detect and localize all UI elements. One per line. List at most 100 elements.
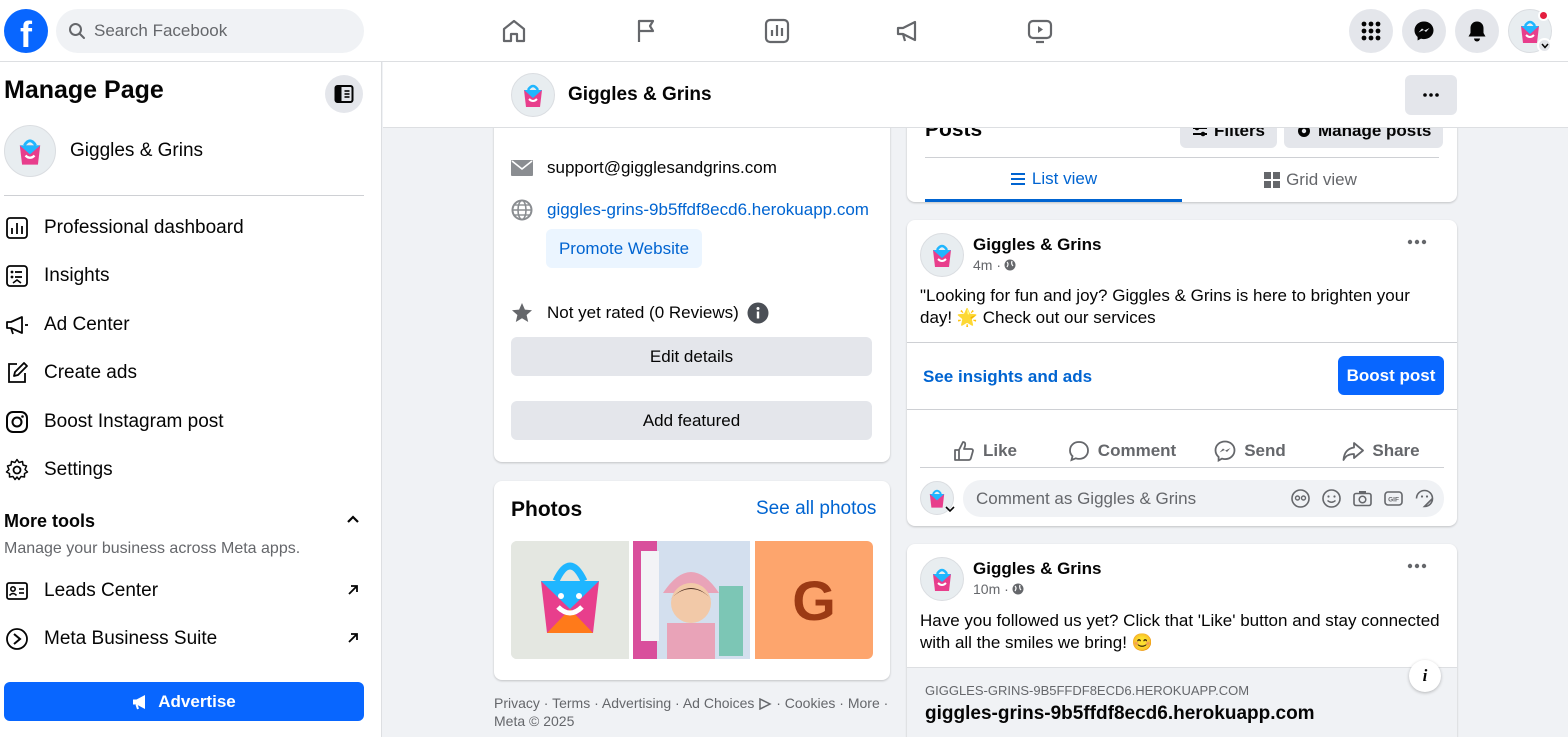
share-button[interactable]: Share: [1321, 433, 1441, 469]
megaphone-icon[interactable]: [892, 14, 926, 48]
sidebar-page-name: Giggles & Grins: [70, 140, 204, 161]
footer-link[interactable]: More: [848, 695, 880, 711]
sidebar-item-label: Settings: [44, 459, 113, 480]
account-chevron-icon[interactable]: [1537, 38, 1552, 53]
camera-icon[interactable]: [1353, 489, 1372, 508]
post-options-icon[interactable]: [1407, 239, 1427, 245]
chevron-down-icon[interactable]: [945, 505, 955, 513]
tab-grid-view[interactable]: Grid view: [1182, 158, 1439, 202]
add-featured-button[interactable]: Add featured: [511, 401, 872, 440]
sidebar-item-professional-dashboard[interactable]: Professional dashboard: [4, 208, 374, 248]
website-link[interactable]: giggles-grins-9b5ffdf8ecd6.herokuapp.com: [547, 200, 869, 220]
photos-title: Photos: [511, 498, 583, 521]
edit-details-button[interactable]: Edit details: [511, 337, 872, 376]
megaphone-icon: [132, 693, 150, 711]
bell-icon[interactable]: [1455, 9, 1499, 53]
promote-website-button[interactable]: Promote Website: [546, 229, 702, 268]
post-timestamp[interactable]: 10m ·: [973, 581, 1024, 597]
tab-list-view[interactable]: List view: [925, 158, 1182, 202]
sidebar-title: Manage Page: [4, 76, 164, 104]
manage-page-sidebar: Manage Page Giggles & Grins Professional…: [0, 62, 382, 737]
post-author-name[interactable]: Giggles & Grins: [973, 235, 1101, 255]
link-preview[interactable]: GIGGLES-GRINS-9B5FFDF8ECD6.HEROKUAPP.COM…: [907, 660, 1457, 737]
link-info-button[interactable]: i: [1409, 660, 1441, 692]
footer-link[interactable]: Ad Choices: [683, 695, 755, 711]
see-all-photos-link[interactable]: See all photos: [756, 498, 876, 520]
globe-icon: [1004, 259, 1016, 271]
top-navigation-bar: f: [0, 0, 1568, 62]
notification-dot: [1538, 10, 1549, 21]
photo-thumbnail[interactable]: [511, 541, 629, 659]
post-options-icon[interactable]: [1407, 563, 1427, 569]
footer-link[interactable]: Privacy: [494, 695, 540, 711]
collapse-sidebar-button[interactable]: [325, 75, 363, 113]
page-options-button[interactable]: [1405, 75, 1457, 115]
sidebar-item-label: Professional dashboard: [44, 217, 244, 238]
instagram-icon: [4, 409, 30, 435]
photo-thumbnail[interactable]: G: [755, 541, 873, 659]
avatar-sticker-icon[interactable]: [1291, 489, 1310, 508]
chevron-up-icon[interactable]: [346, 514, 360, 524]
sidebar-item-settings[interactable]: Settings: [4, 450, 374, 490]
footer-link[interactable]: Terms: [552, 695, 590, 711]
sidebar-item-ad-center[interactable]: Ad Center: [4, 305, 374, 345]
photo-thumbnail[interactable]: [633, 541, 750, 659]
sidebar-item-meta-business-suite[interactable]: Meta Business Suite: [4, 619, 374, 659]
gif-icon[interactable]: GIF: [1384, 489, 1403, 508]
comment-icon: [1068, 440, 1090, 462]
megaphone-icon: [4, 312, 30, 338]
video-icon[interactable]: [1023, 14, 1057, 48]
post-timestamp[interactable]: 4m ·: [973, 257, 1016, 273]
sidebar-item-boost-instagram-post[interactable]: Boost Instagram post: [4, 402, 374, 442]
sidebar-item-label: Create ads: [44, 362, 137, 383]
boost-post-button[interactable]: Boost post: [1338, 356, 1444, 395]
rating-text: Not yet rated (0 Reviews): [547, 303, 739, 322]
svg-text:GIF: GIF: [1388, 497, 1399, 504]
rating-row: Not yet rated (0 Reviews): [511, 302, 769, 324]
send-button[interactable]: Send: [1190, 433, 1310, 469]
sidebar-item-label: Ad Center: [44, 314, 130, 335]
search-box[interactable]: [56, 9, 364, 53]
more-tools-subtitle: Manage your business across Meta apps.: [4, 540, 301, 557]
info-icon[interactable]: [747, 302, 769, 324]
globe-icon: [511, 199, 533, 221]
sticker-icon[interactable]: [1415, 489, 1434, 508]
search-input[interactable]: [94, 21, 334, 41]
emoji-icon[interactable]: [1322, 489, 1341, 508]
info-icon: i: [1422, 666, 1428, 685]
see-insights-link[interactable]: See insights and ads: [923, 367, 1092, 387]
post-card: Giggles & Grins 10m · Have you followed …: [907, 544, 1457, 737]
menu-grid-icon[interactable]: [1349, 9, 1393, 53]
facebook-logo[interactable]: f: [4, 9, 48, 53]
footer-link[interactable]: Cookies: [785, 695, 836, 711]
messenger-icon[interactable]: [1402, 9, 1446, 53]
like-icon: [953, 440, 975, 462]
divider: [907, 342, 1457, 343]
gear-icon: [4, 457, 30, 483]
post-author-avatar[interactable]: [920, 557, 964, 601]
sidebar-page-profile[interactable]: Giggles & Grins: [4, 125, 203, 177]
footer-link[interactable]: Advertising: [602, 695, 671, 711]
page-header-avatar[interactable]: [511, 73, 555, 117]
flag-icon[interactable]: [629, 14, 663, 48]
share-icon: [1342, 440, 1365, 462]
photos-card: Photos See all photos G: [494, 481, 890, 680]
insights-icon: [4, 263, 30, 289]
email-row: support@gigglesandgrins.com: [511, 158, 777, 178]
advertise-button[interactable]: Advertise: [4, 682, 364, 721]
comment-input[interactable]: [976, 488, 1276, 509]
comment-box[interactable]: GIF: [963, 480, 1444, 517]
sidebar-item-create-ads[interactable]: Create ads: [4, 353, 374, 393]
comment-button[interactable]: Comment: [1052, 433, 1192, 469]
sidebar-item-insights[interactable]: Insights: [4, 256, 374, 296]
sidebar-toggle-icon: [334, 85, 354, 103]
like-button[interactable]: Like: [925, 433, 1045, 469]
leads-icon: [4, 578, 30, 604]
insights-icon[interactable]: [760, 14, 794, 48]
post-author-name[interactable]: Giggles & Grins: [973, 559, 1101, 579]
sidebar-item-leads-center[interactable]: Leads Center: [4, 571, 374, 611]
post-text: "Looking for fun and joy? Giggles & Grin…: [920, 286, 1410, 327]
search-icon: [68, 22, 86, 40]
post-author-avatar[interactable]: [920, 233, 964, 277]
home-icon[interactable]: [497, 14, 531, 48]
